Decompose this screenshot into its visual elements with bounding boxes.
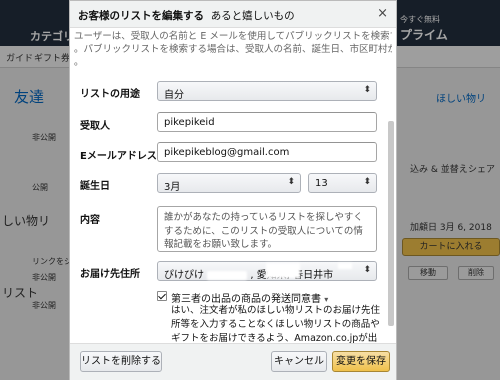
content-textarea[interactable]: 誰かがあなたの持っているリストを探しやすくするために、このリストの受取人について… bbox=[157, 206, 377, 252]
chevron-updown-icon: ⬍ bbox=[363, 85, 371, 95]
email-label: Eメールアドレス bbox=[80, 151, 157, 162]
modal-title: お客様のリストを編集する あると嬉しいもの bbox=[78, 8, 295, 23]
modal-intro-text: ユーザーは、受取人の名前と E メールを使用してパブリックリストを検索することが… bbox=[74, 30, 392, 69]
close-icon[interactable]: × bbox=[377, 6, 388, 21]
modal-title-main: お客様のリストを編集する bbox=[78, 10, 204, 22]
modal-footer: リストを削除する キャンセル 変更を保存 bbox=[70, 343, 396, 380]
chevron-updown-icon: ⬍ bbox=[363, 177, 371, 187]
chevron-updown-icon: ⬍ bbox=[363, 265, 371, 275]
usage-select-value: 自分 bbox=[164, 90, 184, 101]
address-blur-overlay-2 bbox=[338, 263, 352, 269]
caret-down-icon[interactable]: ▾ bbox=[324, 295, 328, 304]
save-button[interactable]: 変更を保存 bbox=[332, 351, 390, 372]
edit-list-modal: お客様のリストを編集する あると嬉しいもの × ユーザーは、受取人の名前と E … bbox=[69, 0, 397, 380]
birthday-day-value: 13 bbox=[315, 178, 328, 189]
address-label: お届け先住所 bbox=[80, 269, 140, 280]
delete-list-button[interactable]: リストを削除する bbox=[80, 351, 162, 372]
modal-title-list-name: あると嬉しいもの bbox=[210, 10, 295, 22]
intro-line-3: 。 bbox=[74, 57, 84, 68]
chevron-updown-icon: ⬍ bbox=[287, 177, 295, 187]
birthday-label: 誕生日 bbox=[80, 181, 110, 192]
birthday-month-select[interactable]: 3月 ⬍ bbox=[157, 173, 301, 193]
address-name: ぴけぴけ bbox=[164, 270, 204, 281]
content-label: 内容 bbox=[80, 215, 100, 226]
modal-header: お客様のリストを編集する あると嬉しいもの × bbox=[70, 1, 396, 28]
intro-line-2: 。パブリックリストを検索する場合は、受取人の名前、誕生日、市区町村が表示されます bbox=[74, 44, 392, 55]
address-blur-overlay bbox=[266, 263, 300, 278]
birthday-day-select[interactable]: 13 ⬍ bbox=[308, 173, 377, 193]
usage-select[interactable]: 自分 ⬍ bbox=[157, 81, 377, 101]
address-redacted bbox=[207, 270, 248, 280]
cancel-button[interactable]: キャンセル bbox=[271, 351, 327, 372]
recipient-input[interactable]: pikepikeid bbox=[157, 112, 377, 132]
modal-scrollbar[interactable] bbox=[388, 121, 394, 326]
intro-line-1: ユーザーは、受取人の名前と E メールを使用してパブリックリストを検索することが… bbox=[74, 31, 392, 42]
recipient-label: 受取人 bbox=[80, 121, 110, 132]
email-field[interactable]: pikepikeblog@gmail.com bbox=[157, 142, 377, 162]
third-party-label: 第三者の出品の商品の発送同意書 ▾ bbox=[171, 290, 328, 305]
birthday-month-value: 3月 bbox=[164, 182, 181, 193]
third-party-checkbox[interactable] bbox=[157, 291, 167, 301]
usage-label: リストの用途 bbox=[80, 89, 140, 100]
